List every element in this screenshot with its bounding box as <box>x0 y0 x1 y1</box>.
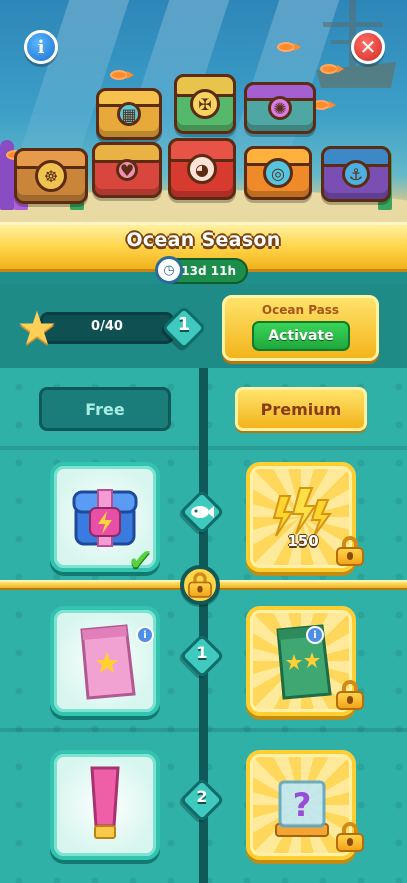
fish-icon <box>110 70 134 80</box>
card-pack-icon <box>80 624 136 700</box>
season-hero-scene: ▦ ✠ ✺ ☸ ♥ ◕ ◎ ⚓ <box>0 0 407 250</box>
level-number: 1 <box>177 314 191 335</box>
lock-icon <box>336 536 364 566</box>
fish-icon <box>277 42 301 52</box>
tab-premium[interactable]: Premium <box>235 387 367 431</box>
activate-button[interactable]: Activate <box>252 321 350 351</box>
lock-icon <box>336 822 364 852</box>
level-number: 1 <box>196 643 208 662</box>
chest-back-center: ✠ <box>174 74 236 134</box>
lock-icon <box>336 680 364 710</box>
fish-icon <box>320 64 344 74</box>
chest-anchor: ⚓ <box>321 146 391 202</box>
ocean-pass-title: Ocean Pass <box>261 303 340 317</box>
clock-icon: ◷ <box>155 256 183 284</box>
close-button[interactable]: ✕ <box>351 30 385 64</box>
chest-back-left: ▦ <box>96 88 162 140</box>
info-badge[interactable]: i <box>306 626 324 644</box>
reward-card-free-1[interactable] <box>50 606 160 716</box>
chest-octopus: ✺ <box>244 82 316 134</box>
tab-free[interactable]: Free <box>39 387 171 431</box>
info-icon: i <box>37 36 45 58</box>
chest-heart: ♥ <box>92 142 162 198</box>
tab-free-label: Free <box>85 399 125 419</box>
reward-card-free-2[interactable] <box>50 750 160 860</box>
reward-amount: 150 <box>287 532 319 550</box>
lock-icon <box>188 572 212 598</box>
pink-tube-icon <box>90 766 120 839</box>
season-title: Ocean Season <box>126 229 281 251</box>
level-number: 2 <box>196 787 208 806</box>
chest-crab: ◕ <box>168 138 236 200</box>
svg-text:?: ? <box>293 786 312 824</box>
tab-premium-label: Premium <box>260 399 342 419</box>
close-icon: ✕ <box>359 35 377 59</box>
info-badge[interactable]: i <box>136 626 154 644</box>
star-icon: ★ <box>16 301 58 355</box>
activate-label: Activate <box>268 328 334 344</box>
progress-text: 0/40 <box>91 319 123 334</box>
timer-text: 13d 11h <box>181 264 236 278</box>
fish-icon <box>191 506 214 518</box>
claimed-check-icon: ✔ <box>128 543 154 578</box>
chest-porthole: ◎ <box>244 146 312 200</box>
info-button[interactable]: i <box>24 30 58 64</box>
chest-wheel: ☸ <box>14 148 88 204</box>
